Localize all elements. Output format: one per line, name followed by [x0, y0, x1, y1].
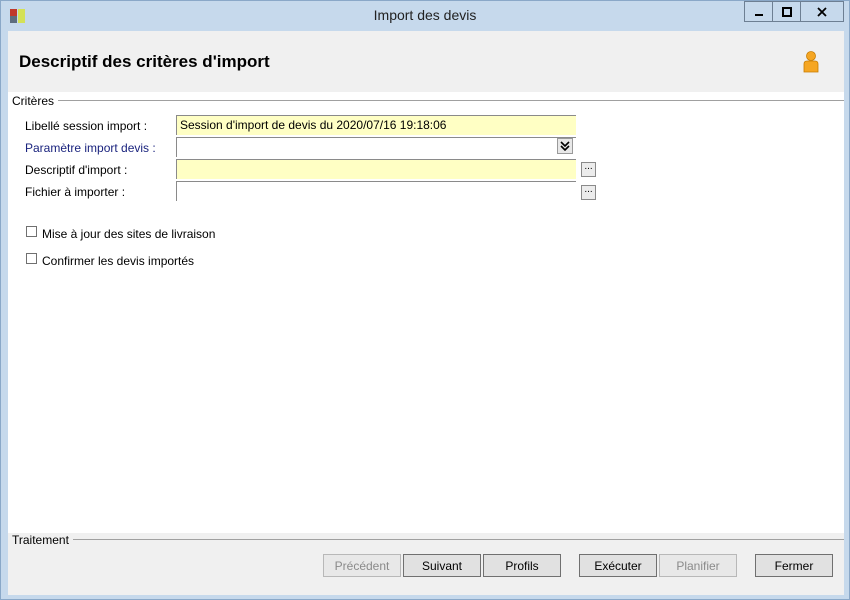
import-descriptor-browse-button[interactable]: ...	[581, 162, 596, 177]
close-window-button[interactable]	[800, 1, 844, 22]
close-icon	[817, 6, 827, 17]
maximize-icon	[781, 6, 792, 17]
update-delivery-sites-checkbox[interactable]	[26, 226, 37, 237]
minimize-button[interactable]	[744, 1, 773, 22]
update-delivery-sites-label[interactable]: Mise à jour des sites de livraison	[42, 227, 215, 241]
close-button[interactable]: Fermer	[755, 554, 833, 577]
execute-button[interactable]: Exécuter	[579, 554, 657, 577]
import-parameter-select[interactable]	[176, 137, 576, 157]
minimize-icon	[754, 13, 763, 16]
session-label: Libellé session import :	[25, 119, 148, 133]
traitement-group-label: Traitement	[12, 533, 73, 547]
double-chevron-down-icon	[560, 141, 570, 151]
confirm-imported-quotes-label[interactable]: Confirmer les devis importés	[42, 254, 194, 268]
import-window: Import des devis Descriptif des critères…	[0, 0, 850, 600]
import-descriptor-input[interactable]	[176, 159, 576, 179]
dialog-content: Descriptif des critères d'import Critère…	[8, 31, 844, 595]
page-title: Descriptif des critères d'import	[19, 52, 270, 71]
next-button[interactable]: Suivant	[403, 554, 481, 577]
previous-button[interactable]: Précédent	[323, 554, 401, 577]
import-parameter-dropdown-button[interactable]	[557, 138, 573, 154]
file-to-import-label: Fichier à importer :	[25, 185, 126, 199]
dialog-header: Descriptif des critères d'import	[8, 31, 844, 92]
criteria-group-label: Critères	[12, 94, 59, 108]
file-to-import-browse-button[interactable]: ...	[581, 185, 596, 200]
window-title: Import des devis	[373, 7, 477, 23]
confirm-imported-quotes-checkbox[interactable]	[26, 253, 37, 264]
traitement-group-line	[66, 539, 844, 540]
user-icon[interactable]	[802, 51, 820, 73]
profiles-button[interactable]: Profils	[483, 554, 561, 577]
maximize-button[interactable]	[772, 1, 801, 22]
title-bar[interactable]: Import des devis	[1, 1, 849, 31]
import-parameter-label: Paramètre import devis :	[25, 141, 156, 155]
criteria-group-line	[58, 100, 844, 101]
file-to-import-input[interactable]	[176, 181, 576, 201]
plan-button[interactable]: Planifier	[659, 554, 737, 577]
import-descriptor-label: Descriptif d'import :	[25, 163, 128, 177]
session-name-input[interactable]: Session d'import de devis du 2020/07/16 …	[176, 115, 576, 135]
